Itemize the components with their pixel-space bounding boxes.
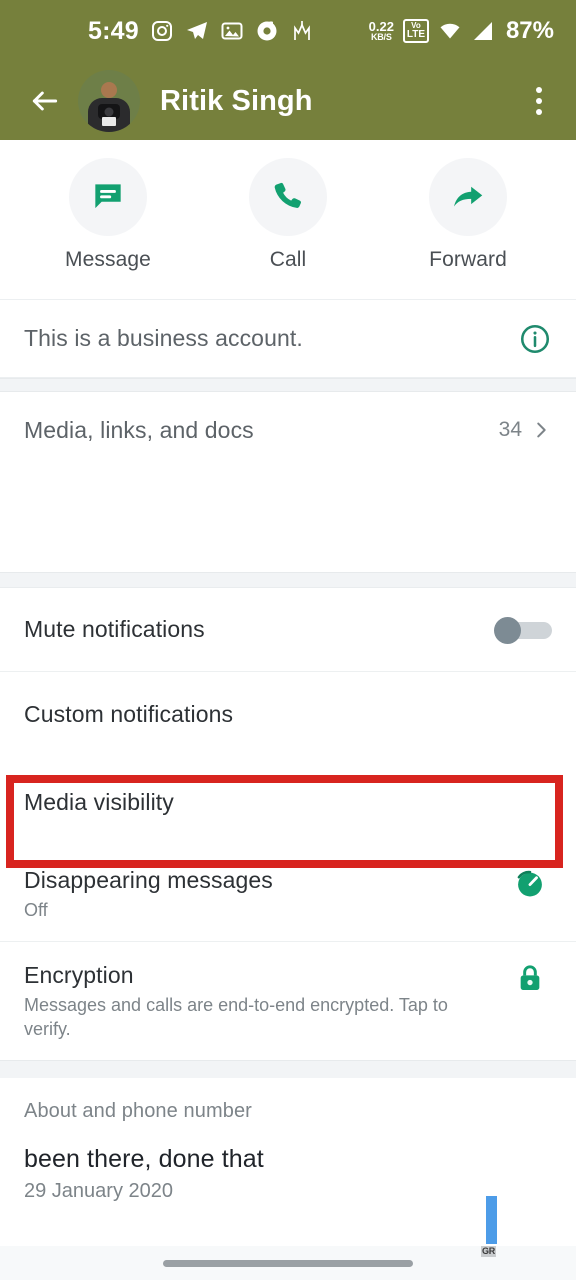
volte-bottom-text: LTE xyxy=(406,29,426,40)
call-action-button[interactable]: Call xyxy=(229,158,347,272)
telegram-icon xyxy=(186,22,207,39)
info-circle-icon[interactable] xyxy=(518,322,552,356)
disappearing-messages-value: Off xyxy=(24,900,48,920)
media-thumbnails-area xyxy=(0,468,576,572)
media-visibility-label: Media visibility xyxy=(24,788,174,815)
custom-notifications-label: Custom notifications xyxy=(24,701,234,727)
avatar[interactable] xyxy=(78,70,140,132)
about-section-header: About and phone number xyxy=(24,1100,252,1122)
about-status-date: 29 January 2020 xyxy=(24,1180,174,1202)
chevron-right-icon xyxy=(537,422,546,438)
section-separator xyxy=(0,378,576,392)
back-arrow-icon xyxy=(32,91,58,111)
media-links-docs-row[interactable]: Media, links, and docs 34 xyxy=(0,392,576,468)
camera-record-icon xyxy=(257,21,277,41)
status-bar: 5:49 0.22 KB/S Vo LTE 87% xyxy=(0,0,576,62)
media-visibility-row[interactable]: Media visibility xyxy=(0,757,576,847)
data-rate-indicator: 0.22 KB/S xyxy=(369,20,394,42)
call-action-label: Call xyxy=(269,248,307,271)
media-links-docs-row-end: 34 xyxy=(499,418,552,442)
overflow-dot xyxy=(536,98,542,104)
app-icon xyxy=(293,21,310,40)
message-icon xyxy=(95,184,121,209)
section-separator xyxy=(0,572,576,588)
encryption-label: Encryption xyxy=(24,962,134,988)
lock-icon-wrap xyxy=(508,962,552,994)
call-action-circle xyxy=(249,158,327,236)
encryption-texts: Encryption Messages and calls are end-to… xyxy=(24,962,476,1042)
forward-arrow-icon xyxy=(454,186,483,207)
back-button[interactable] xyxy=(22,78,68,124)
message-action-label: Message xyxy=(65,248,151,271)
encryption-row-end xyxy=(508,962,552,994)
section-separator xyxy=(0,1060,576,1078)
custom-notifications-row[interactable]: Custom notifications xyxy=(0,672,576,757)
battery-percentage: 87% xyxy=(505,17,554,44)
disappearing-messages-row-end xyxy=(508,867,552,901)
disappearing-messages-label: Disappearing messages xyxy=(24,867,273,893)
overflow-dot xyxy=(536,87,542,93)
message-action-button[interactable]: Message xyxy=(49,158,167,272)
business-account-label: This is a business account. xyxy=(24,325,303,351)
timer-icon xyxy=(517,870,542,897)
encryption-description: Messages and calls are end-to-end encryp… xyxy=(24,995,448,1039)
mute-notifications-row[interactable]: Mute notifications xyxy=(0,588,576,672)
home-gesture-pill[interactable] xyxy=(163,1259,413,1267)
data-rate-unit: KB/S xyxy=(370,32,392,42)
media-count: 34 xyxy=(498,418,522,441)
status-bar-clock: 5:49 xyxy=(88,16,139,45)
message-action-circle xyxy=(69,158,147,236)
disappearing-messages-texts: Disappearing messages Off xyxy=(24,867,273,923)
about-status-text: been there, done that xyxy=(24,1145,264,1173)
status-bar-right: 0.22 KB/S Vo LTE 87% xyxy=(369,17,554,45)
business-account-row[interactable]: This is a business account. xyxy=(0,300,576,378)
cellular-signal-icon xyxy=(473,22,492,40)
forward-action-button[interactable]: Forward xyxy=(409,158,527,272)
lock-icon xyxy=(520,965,540,990)
overflow-dot xyxy=(536,109,542,115)
about-section[interactable]: About and phone number been there, done … xyxy=(0,1078,576,1203)
overflow-menu-icon[interactable] xyxy=(516,78,562,124)
forward-action-label: Forward xyxy=(429,248,507,271)
avatar-tag xyxy=(102,117,116,126)
scroll-indicator xyxy=(486,1196,497,1244)
forward-action-circle xyxy=(429,158,507,236)
status-bar-left: 5:49 xyxy=(88,16,314,45)
toggle-knob xyxy=(494,616,521,644)
phone-icon xyxy=(274,182,302,208)
mute-notifications-row-end xyxy=(494,616,552,644)
avatar-person-head xyxy=(101,82,117,98)
contact-actions-row: Message Call Forward xyxy=(0,140,576,300)
watermark: GR xyxy=(481,1246,496,1257)
wifi-icon xyxy=(440,23,460,39)
gallery-icon xyxy=(221,22,243,40)
mute-notifications-label: Mute notifications xyxy=(24,616,205,642)
instagram-icon xyxy=(151,21,172,41)
disappearing-messages-row[interactable]: Disappearing messages Off xyxy=(0,847,576,942)
encryption-row[interactable]: Encryption Messages and calls are end-to… xyxy=(0,942,576,1060)
page-title: Ritik Singh xyxy=(160,84,313,117)
app-bar: Ritik Singh xyxy=(0,62,576,140)
media-links-docs-label: Media, links, and docs xyxy=(24,416,254,443)
timer-icon-wrap xyxy=(508,867,552,901)
mute-notifications-toggle[interactable] xyxy=(494,616,552,644)
business-account-row-end xyxy=(518,322,552,356)
whatsapp-contact-info-screen: 5:49 0.22 KB/S Vo LTE 87% Ritik Singh Me… xyxy=(0,0,576,1280)
volte-badge-icon: Vo LTE xyxy=(402,19,429,43)
